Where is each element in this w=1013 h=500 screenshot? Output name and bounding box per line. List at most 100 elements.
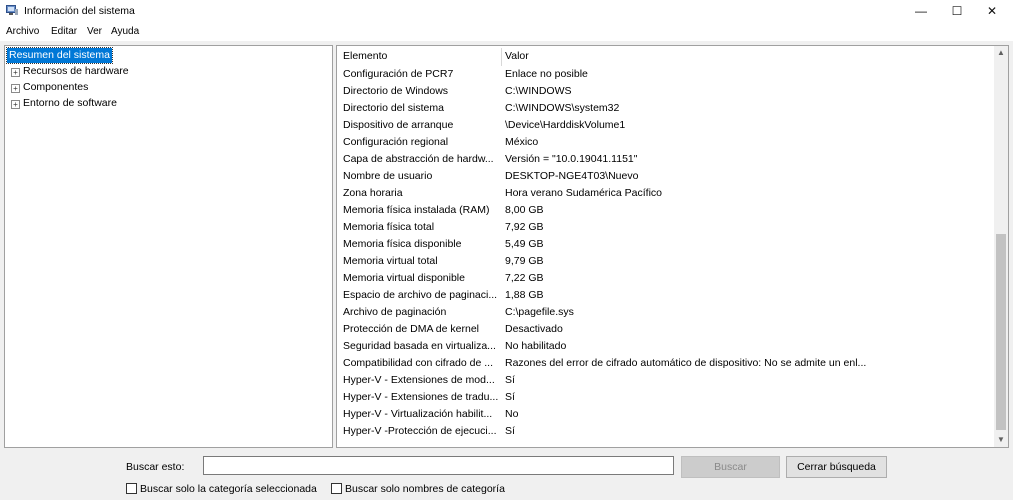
table-row[interactable]: Protección de DMA de kernel Desactivado	[337, 321, 993, 338]
scroll-down-arrow-icon[interactable]: ▼	[994, 433, 1008, 447]
table-row[interactable]: Zona horaria Hora verano Sudamérica Pacíf…	[337, 185, 993, 202]
row-value: Sí	[505, 425, 515, 437]
row-name: Protección de DMA de kernel	[343, 323, 479, 335]
table-row[interactable]: Hyper-V -Protección de ejecuci... Sí	[337, 423, 993, 440]
details-list[interactable]: Elemento Valor Configuración de PCR7 Enla…	[336, 45, 1009, 448]
tree-item-label: Entorno de software	[23, 97, 117, 109]
row-value: 1,88 GB	[505, 289, 544, 301]
row-name: Zona horaria	[343, 187, 403, 199]
row-name: Memoria virtual disponible	[343, 272, 465, 284]
maximize-button[interactable]: ☐	[940, 0, 974, 22]
row-value: C:\WINDOWS\system32	[505, 102, 620, 114]
row-value: Razones del error de cifrado automático …	[505, 357, 867, 369]
table-row[interactable]: Compatibilidad con cifrado de ... Razones…	[337, 355, 993, 372]
find-button[interactable]: Buscar	[681, 456, 780, 478]
tree-item-label: Componentes	[23, 81, 89, 93]
scrollbar-thumb[interactable]	[996, 234, 1006, 430]
row-value: Versión = "10.0.19041.1151"	[505, 153, 638, 165]
row-value: C:\pagefile.sys	[505, 306, 574, 318]
minimize-button[interactable]: —	[904, 0, 938, 22]
tree-item-entorno-de-software[interactable]: + Entorno de software	[5, 96, 325, 111]
row-value: No	[505, 408, 519, 420]
table-row[interactable]: Memoria física disponible 5,49 GB	[337, 236, 993, 253]
category-names-checkbox[interactable]	[331, 483, 342, 494]
row-name: Archivo de paginación	[343, 306, 447, 318]
menu-ayuda[interactable]: Ayuda	[111, 26, 139, 37]
row-value: 7,22 GB	[505, 272, 544, 284]
expand-icon[interactable]: +	[11, 84, 20, 93]
table-row[interactable]: Memoria virtual disponible 7,22 GB	[337, 270, 993, 287]
search-input[interactable]	[203, 456, 674, 475]
row-value: Enlace no posible	[505, 68, 588, 80]
selected-category-checkbox[interactable]	[126, 483, 137, 494]
column-header-valor[interactable]: Valor	[505, 50, 529, 62]
row-value: Desactivado	[505, 323, 563, 335]
selected-category-label: Buscar solo la categoría seleccionada	[140, 483, 317, 495]
table-row[interactable]: Hyper-V - Virtualización habilit... No	[337, 406, 993, 423]
menu-archivo[interactable]: Archivo	[6, 26, 39, 37]
tree-item-componentes[interactable]: + Componentes	[5, 80, 325, 95]
option-category-names[interactable]: Buscar solo nombres de categoría	[331, 483, 521, 496]
row-value: C:\WINDOWS	[505, 85, 572, 97]
table-row[interactable]: Configuración regional México	[337, 134, 993, 151]
row-value: No habilitado	[505, 340, 567, 352]
row-value: 8,00 GB	[505, 204, 544, 216]
menu-editar[interactable]: Editar	[51, 26, 77, 37]
category-names-label: Buscar solo nombres de categoría	[345, 483, 505, 495]
table-row[interactable]: Seguridad basada en virtualiza... No habi…	[337, 338, 993, 355]
scroll-up-arrow-icon[interactable]: ▲	[994, 46, 1008, 60]
column-divider[interactable]	[501, 48, 502, 66]
row-value: DESKTOP-NGE4T03\Nuevo	[505, 170, 639, 182]
row-name: Hyper-V - Extensiones de tradu...	[343, 391, 499, 403]
expand-icon[interactable]: +	[11, 68, 20, 77]
option-selected-category[interactable]: Buscar solo la categoría seleccionada	[126, 483, 326, 496]
row-name: Hyper-V - Virtualización habilit...	[343, 408, 493, 420]
table-row[interactable]: Configuración de PCR7 Enlace no posible	[337, 66, 993, 83]
table-row[interactable]: Capa de abstracción de hardw... Versión =…	[337, 151, 993, 168]
tree-item-resumen-del-sistema[interactable]: Resumen del sistema	[6, 47, 113, 64]
row-value: México	[505, 136, 539, 148]
row-name: Memoria física disponible	[343, 238, 462, 250]
table-row[interactable]: Memoria física total 7,92 GB	[337, 219, 993, 236]
table-row[interactable]: Hyper-V - Extensiones de mod... Sí	[337, 372, 993, 389]
row-name: Memoria virtual total	[343, 255, 438, 267]
row-name: Configuración de PCR7	[343, 68, 454, 80]
table-row[interactable]: Memoria virtual total 9,79 GB	[337, 253, 993, 270]
expand-icon[interactable]: +	[11, 100, 20, 109]
table-row[interactable]: Directorio de Windows C:\WINDOWS	[337, 83, 993, 100]
menu-bar: Archivo Editar Ver Ayuda	[0, 22, 1013, 41]
system-information-icon	[6, 5, 18, 15]
row-name: Compatibilidad con cifrado de ...	[343, 357, 493, 369]
window-title: Información del sistema	[24, 5, 135, 17]
row-value: Hora verano Sudamérica Pacífico	[505, 187, 662, 199]
row-value: Sí	[505, 374, 515, 386]
table-row[interactable]: Espacio de archivo de paginaci... 1,88 GB	[337, 287, 993, 304]
row-name: Memoria física total	[343, 221, 435, 233]
table-row[interactable]: Directorio del sistema C:\WINDOWS\system3…	[337, 100, 993, 117]
title-bar: Información del sistema — ☐ ✕	[0, 0, 1013, 22]
row-name: Hyper-V -Protección de ejecuci...	[343, 425, 497, 437]
close-button[interactable]: ✕	[975, 0, 1009, 22]
table-row[interactable]: Nombre de usuario DESKTOP-NGE4T03\Nuevo	[337, 168, 993, 185]
category-tree[interactable]: Resumen del sistema + Recursos de hardwa…	[4, 45, 333, 448]
row-name: Directorio de Windows	[343, 85, 449, 97]
row-value: Sí	[505, 391, 515, 403]
table-row[interactable]: Memoria física instalada (RAM) 8,00 GB	[337, 202, 993, 219]
table-row[interactable]: Dispositivo de arranque \Device\HarddiskV…	[337, 117, 993, 134]
table-row[interactable]: Archivo de paginación C:\pagefile.sys	[337, 304, 993, 321]
vertical-scrollbar[interactable]: ▲ ▼	[994, 46, 1008, 447]
row-value: 9,79 GB	[505, 255, 544, 267]
row-name: Nombre de usuario	[343, 170, 433, 182]
row-name: Espacio de archivo de paginaci...	[343, 289, 498, 301]
close-search-button[interactable]: Cerrar búsqueda	[786, 456, 887, 478]
table-row[interactable]: Hyper-V - Extensiones de tradu... Sí	[337, 389, 993, 406]
row-name: Configuración regional	[343, 136, 449, 148]
row-name: Hyper-V - Extensiones de mod...	[343, 374, 495, 386]
column-header-elemento[interactable]: Elemento	[343, 50, 387, 62]
menu-ver[interactable]: Ver	[87, 26, 102, 37]
search-label: Buscar esto:	[126, 461, 185, 473]
row-name: Seguridad basada en virtualiza...	[343, 340, 496, 352]
row-name: Directorio del sistema	[343, 102, 444, 114]
row-name: Memoria física instalada (RAM)	[343, 204, 490, 216]
tree-item-recursos-de-hardware[interactable]: + Recursos de hardware	[5, 64, 325, 79]
